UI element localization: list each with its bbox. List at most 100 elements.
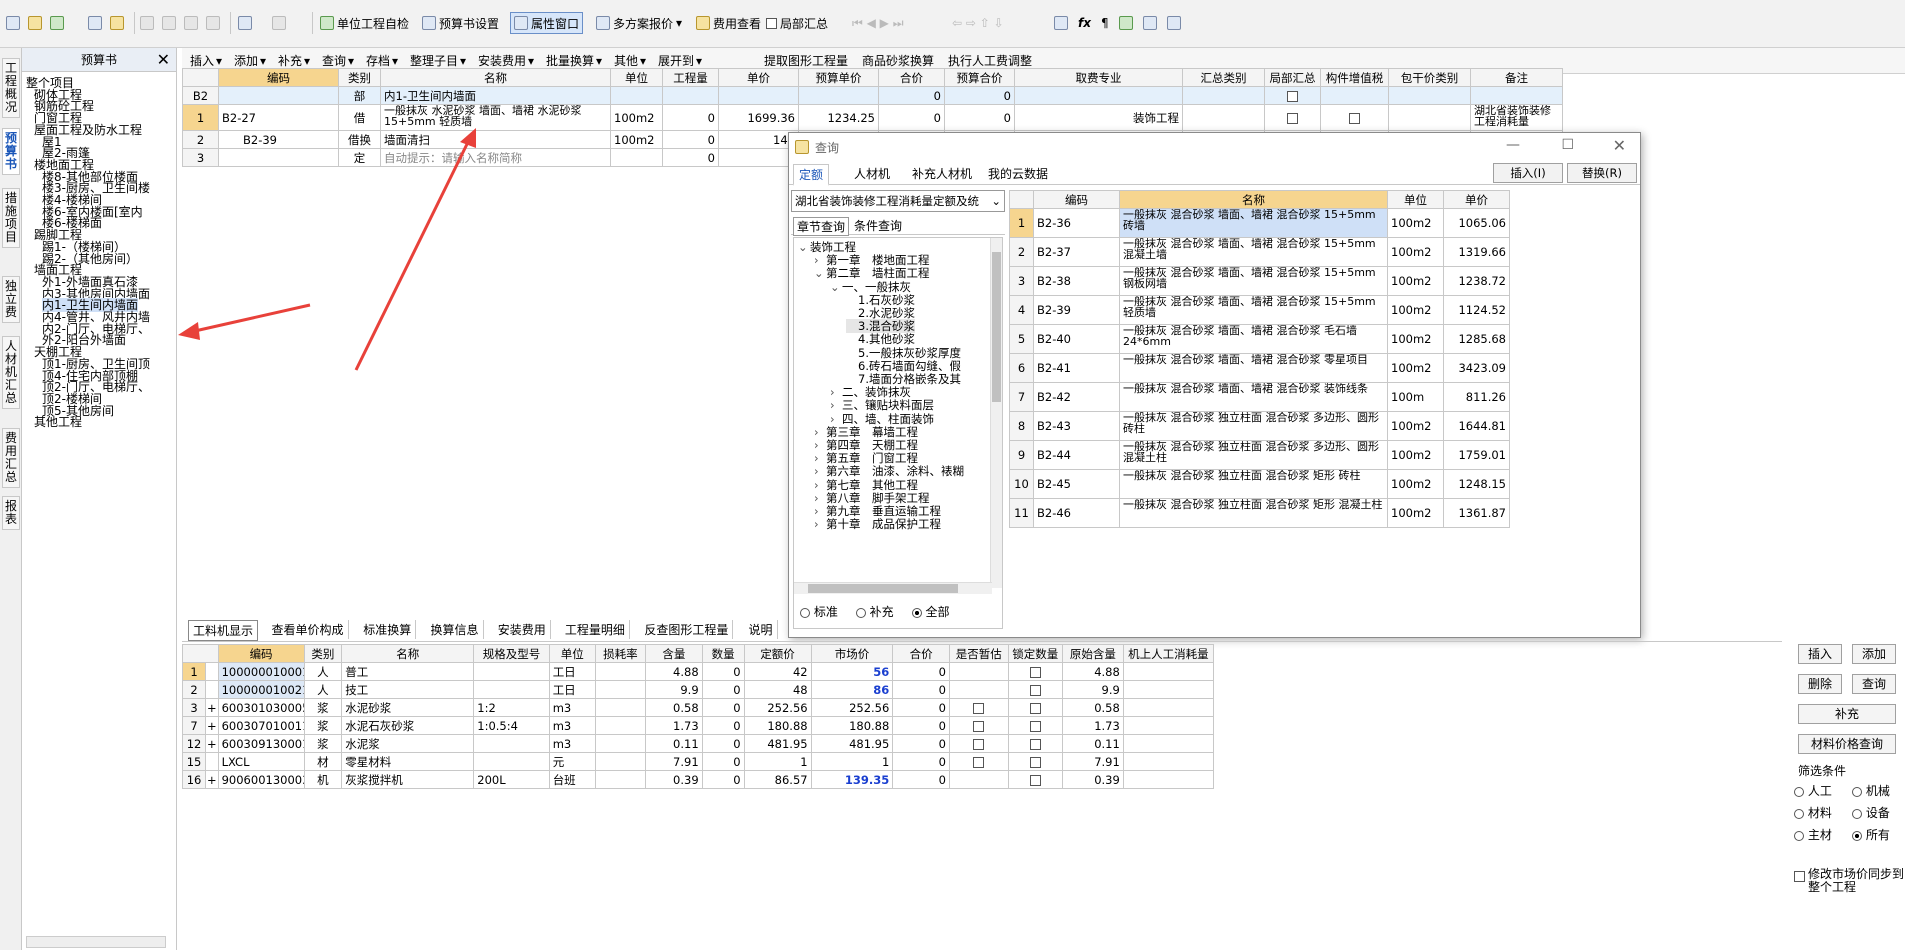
column-header[interactable]: 合价 bbox=[892, 644, 950, 663]
cell-estimate[interactable] bbox=[948, 770, 1009, 789]
cell-type[interactable]: 人 bbox=[303, 680, 343, 699]
detail-tab[interactable]: 反查图形工程量 bbox=[640, 620, 734, 639]
detail-tab[interactable]: 安装费用 bbox=[494, 620, 551, 639]
cell-loss[interactable] bbox=[594, 734, 647, 753]
cell-machine-labor[interactable] bbox=[1122, 734, 1215, 753]
detail-tab[interactable]: 工料机显示 bbox=[188, 620, 259, 641]
checkbox[interactable] bbox=[973, 702, 985, 714]
maximize-icon[interactable]: ☐ bbox=[1561, 137, 1574, 153]
detail-tab[interactable]: 换算信息 bbox=[427, 620, 484, 639]
chapter-tree-item[interactable]: › 第九章 垂直运输工程 bbox=[814, 504, 941, 518]
cell-name[interactable]: 水泥石灰砂浆 bbox=[341, 716, 475, 735]
cell-price[interactable]: 1065.06 bbox=[1443, 208, 1510, 238]
checkbox[interactable] bbox=[1029, 702, 1041, 714]
cell-unit[interactable]: 100m2 bbox=[1387, 498, 1444, 528]
cell-unit[interactable]: 100m2 bbox=[1387, 266, 1444, 296]
column-header[interactable]: 损耗率 bbox=[594, 644, 647, 663]
cell-name[interactable]: 一般抹灰 混合砂浆 墙面、墙裙 混合砂浆 15+5mm 混凝土墙 bbox=[1119, 237, 1388, 267]
detail-tab[interactable]: 说明 bbox=[745, 620, 778, 639]
column-header[interactable]: 单价 bbox=[1443, 190, 1510, 209]
cell-lock[interactable] bbox=[1007, 662, 1064, 681]
cell-cnt[interactable]: 0 bbox=[701, 734, 745, 753]
column-header[interactable]: 市场价 bbox=[810, 644, 894, 663]
cell-price[interactable]: 1759.01 bbox=[1443, 440, 1510, 470]
table-row[interactable]: 7 +600307010011 浆水泥石灰砂浆 1:0.5:4 m3 1.73 0 180.8… bbox=[181, 716, 1215, 735]
delete-button[interactable]: 删除 bbox=[1798, 674, 1842, 694]
cell-amt[interactable]: 0.39 bbox=[645, 770, 703, 789]
cell-lock[interactable] bbox=[1007, 770, 1064, 789]
cell-code[interactable]: LXCL bbox=[217, 752, 305, 771]
chapter-tree-item[interactable]: ⌄ 装饰工程 bbox=[798, 240, 856, 254]
table-row[interactable]: 1 100000010001 人普工 工日 4.88 0 42 56 0 4.88 bbox=[181, 662, 1215, 681]
table-row[interactable]: 6 B2-41 一般抹灰 混合砂浆 墙面、墙裙 混合砂浆 零星项目 100m2 3423… bbox=[1009, 353, 1510, 383]
minimize-icon[interactable]: — bbox=[1506, 137, 1520, 153]
cell-estimate[interactable] bbox=[948, 716, 1009, 735]
cell-unit[interactable]: m3 bbox=[548, 734, 596, 753]
cell-name[interactable]: 普工 bbox=[341, 662, 475, 681]
cell-total[interactable]: 0 bbox=[892, 662, 950, 681]
cell-total[interactable]: 0 bbox=[892, 734, 950, 753]
expand-icon[interactable]: + bbox=[205, 770, 219, 789]
cell-loss[interactable] bbox=[594, 698, 647, 717]
cell-qprice[interactable]: 481.95 bbox=[743, 734, 812, 753]
expand-icon[interactable]: › bbox=[814, 253, 826, 267]
library-select[interactable]: 湖北省装饰装修工程消耗量定额及统 ⌄ bbox=[791, 190, 1005, 212]
cell-price[interactable]: 1644.81 bbox=[1443, 411, 1510, 441]
cell-cnt[interactable]: 0 bbox=[701, 698, 745, 717]
cell-orig[interactable]: 9.9 bbox=[1062, 680, 1124, 699]
cell-code[interactable]: B2-44 bbox=[1033, 440, 1120, 470]
checkbox[interactable] bbox=[973, 720, 985, 732]
cell-unit[interactable]: 100m2 bbox=[1387, 411, 1444, 441]
cell-amt[interactable]: 4.88 bbox=[645, 662, 703, 681]
cell-type[interactable]: 材 bbox=[303, 752, 343, 771]
cell-unit[interactable]: m3 bbox=[548, 716, 596, 735]
detail-tab[interactable]: 查看单价构成 bbox=[268, 620, 349, 639]
column-header[interactable]: 原始含量 bbox=[1062, 644, 1124, 663]
cell-total[interactable]: 0 bbox=[892, 716, 950, 735]
expand-icon[interactable]: + bbox=[205, 698, 219, 717]
table-row[interactable]: 2 100000010021 人技工 工日 9.9 0 48 86 0 9.9 bbox=[181, 680, 1215, 699]
chapter-tree-item[interactable]: 5.一般抹灰砂浆厚度 bbox=[846, 346, 961, 360]
cell-spec[interactable] bbox=[473, 662, 550, 681]
cell-machine-labor[interactable] bbox=[1122, 752, 1215, 771]
cell-price[interactable]: 1238.72 bbox=[1443, 266, 1510, 296]
cell-loss[interactable] bbox=[594, 752, 647, 771]
cell-market-price[interactable]: 139.35 bbox=[810, 770, 894, 789]
table-row[interactable]: 2 B2-37 一般抹灰 混合砂浆 墙面、墙裙 混合砂浆 15+5mm 混凝土墙 10… bbox=[1009, 237, 1510, 267]
sync-checkbox[interactable] bbox=[1794, 871, 1805, 882]
sync-price-option[interactable]: 修改市场价同步到整个工程 bbox=[1794, 868, 1904, 894]
cell-qprice[interactable]: 86.57 bbox=[743, 770, 812, 789]
expand-icon[interactable]: › bbox=[830, 385, 842, 399]
chapter-tree-item[interactable]: 3.混合砂浆 bbox=[846, 319, 915, 334]
cell-cnt[interactable]: 0 bbox=[701, 662, 745, 681]
cell-cnt[interactable]: 0 bbox=[701, 680, 745, 699]
checkbox[interactable] bbox=[1029, 720, 1041, 732]
checkbox[interactable] bbox=[1029, 666, 1041, 678]
cell-name[interactable]: 一般抹灰 混合砂浆 独立柱面 混合砂浆 多边形、圆形 砖柱 bbox=[1119, 411, 1388, 441]
cell-code[interactable]: 100000010001 bbox=[217, 662, 305, 681]
cell-total[interactable]: 0 bbox=[892, 680, 950, 699]
cell-loss[interactable] bbox=[594, 770, 647, 789]
cell-name[interactable]: 一般抹灰 混合砂浆 独立柱面 混合砂浆 多边形、圆形 混凝土柱 bbox=[1119, 440, 1388, 470]
cell-loss[interactable] bbox=[594, 680, 647, 699]
checkbox[interactable] bbox=[1029, 774, 1041, 786]
cell-name[interactable]: 一般抹灰 混合砂浆 墙面、墙裙 混合砂浆 15+5mm 砖墙 bbox=[1119, 208, 1388, 238]
cell-orig[interactable]: 0.58 bbox=[1062, 698, 1124, 717]
cell-qprice[interactable]: 48 bbox=[743, 680, 812, 699]
expand-icon[interactable]: › bbox=[814, 491, 826, 505]
tab-cloud[interactable]: 我的云数据 bbox=[983, 164, 1053, 183]
cell-name[interactable]: 一般抹灰 混合砂浆 墙面、墙裙 混合砂浆 15+5mm 轻质墙 bbox=[1119, 295, 1388, 325]
cell-amt[interactable]: 1.73 bbox=[645, 716, 703, 735]
tab-supplement[interactable]: 补充人材机 bbox=[907, 164, 977, 183]
chapter-tree-item[interactable]: › 四、墙、柱面装饰 bbox=[830, 412, 934, 426]
cell-cnt[interactable]: 0 bbox=[701, 752, 745, 771]
cell-code[interactable]: B2-41 bbox=[1033, 353, 1120, 383]
chapter-tree-item[interactable]: 1.石灰砂浆 bbox=[846, 293, 915, 307]
cell-code[interactable]: B2-36 bbox=[1033, 208, 1120, 238]
cell-unit[interactable]: 100m2 bbox=[1387, 440, 1444, 470]
filter-material[interactable]: 材料 bbox=[1794, 804, 1832, 821]
cell-spec[interactable] bbox=[473, 752, 550, 771]
cell-code[interactable]: 600307010011 bbox=[217, 716, 305, 735]
cell-estimate[interactable] bbox=[948, 698, 1009, 717]
cell-amt[interactable]: 7.91 bbox=[645, 752, 703, 771]
